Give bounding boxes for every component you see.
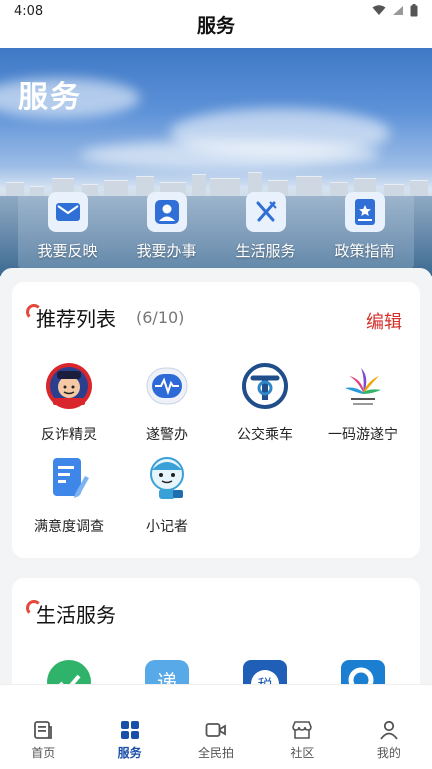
pulse-cloud-icon — [143, 362, 191, 410]
app-label: 遂警办 — [146, 427, 188, 443]
quick-action-label: 我要办事 — [136, 242, 197, 260]
app-label: 一码游遂宁 — [328, 427, 398, 443]
nav-label: 服务 — [117, 746, 142, 760]
nav-profile[interactable]: 我的 — [346, 685, 432, 769]
recommend-app-grid: 反诈精灵 遂警办 公交乘车 一码游遂宁 满意度调查 小记者 — [20, 362, 412, 546]
recommend-card: 推荐列表 (6/10) 编辑 反诈精灵 遂警办 公交乘车 一码游遂宁 满意度调查… — [12, 282, 420, 558]
quick-action-life[interactable]: 生活服务 — [216, 188, 315, 270]
recommend-title: 推荐列表 — [36, 306, 116, 331]
nav-label: 我的 — [376, 746, 401, 760]
mail-icon — [47, 192, 88, 232]
app-label: 小记者 — [146, 519, 188, 535]
quick-action-affairs[interactable]: 我要办事 — [117, 188, 216, 270]
quick-action-policy[interactable]: 政策指南 — [315, 188, 414, 270]
edit-button[interactable]: 编辑 — [366, 308, 402, 334]
app-label: 公交乘车 — [237, 427, 293, 443]
nav-community[interactable]: 社区 — [259, 685, 345, 769]
person-icon — [146, 192, 187, 232]
grid-icon — [119, 719, 141, 741]
screen: 服务 我要反映 我要办事 生活服务 政策指南 4:08 服务 推荐列表 (6/1… — [0, 0, 432, 769]
page-title: 服务 — [196, 15, 235, 37]
life-header: 生活服务 — [26, 596, 116, 630]
life-title: 生活服务 — [36, 602, 116, 627]
hero-banner: 服务 我要反映 我要办事 生活服务 政策指南 — [0, 48, 432, 276]
app-sui-police[interactable]: 遂警办 — [118, 362, 216, 454]
app-bus[interactable]: 公交乘车 — [216, 362, 314, 454]
fork-knife-icon — [245, 192, 286, 232]
document-pen-icon — [45, 454, 93, 502]
reporter-mascot-icon — [143, 454, 191, 502]
video-camera-icon — [205, 719, 227, 741]
book-star-icon — [344, 192, 385, 232]
app-label: 反诈精灵 — [41, 427, 97, 443]
recommend-header: 推荐列表 (6/10) — [26, 300, 184, 334]
quick-action-report[interactable]: 我要反映 — [18, 188, 117, 270]
nav-services[interactable]: 服务 — [86, 685, 172, 769]
bottom-nav: 首页 服务 全民拍 社区 我的 — [0, 684, 432, 769]
anti-fraud-police-icon — [45, 362, 93, 410]
nav-snapshot[interactable]: 全民拍 — [173, 685, 259, 769]
nav-label: 全民拍 — [198, 746, 235, 760]
quick-action-label: 我要反映 — [37, 242, 98, 260]
app-reporter[interactable]: 小记者 — [118, 454, 216, 546]
hero-title: 服务 — [18, 80, 82, 115]
nav-label: 社区 — [290, 746, 315, 760]
main-content: 推荐列表 (6/10) 编辑 反诈精灵 遂警办 公交乘车 一码游遂宁 满意度调查… — [0, 268, 432, 704]
quick-action-label: 生活服务 — [235, 242, 296, 260]
bus-t-logo-icon — [241, 362, 289, 410]
title-bar: 服务 — [0, 0, 432, 48]
life-service-card: 生活服务 递 税 — [12, 578, 420, 704]
newspaper-icon — [32, 719, 54, 741]
recommend-count: (6/10) — [136, 307, 185, 327]
quick-actions: 我要反映 我要办事 生活服务 政策指南 — [18, 188, 414, 270]
quick-action-label: 政策指南 — [334, 242, 395, 260]
app-survey[interactable]: 满意度调查 — [20, 454, 118, 546]
user-icon — [378, 719, 400, 741]
app-suining-tour[interactable]: 一码游遂宁 — [314, 362, 412, 454]
app-label: 满意度调查 — [34, 519, 104, 535]
storefront-icon — [291, 719, 313, 741]
nav-label: 首页 — [31, 746, 56, 760]
app-anti-fraud[interactable]: 反诈精灵 — [20, 362, 118, 454]
suining-tourism-logo-icon — [339, 362, 387, 410]
nav-home[interactable]: 首页 — [0, 685, 86, 769]
